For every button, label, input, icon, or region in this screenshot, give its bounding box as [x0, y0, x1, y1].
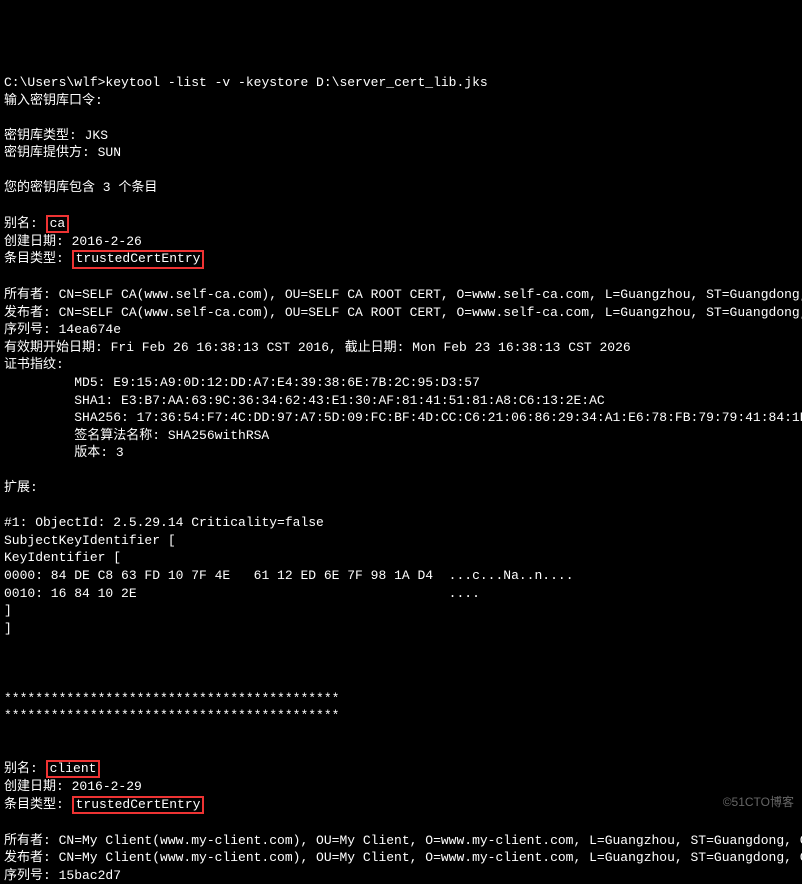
version-line: 版本: 3 — [4, 445, 124, 460]
highlight-entry-type-2: trustedCertEntry — [72, 796, 205, 814]
issuer-1: 发布者: CN=SELF CA(www.self-ca.com), OU=SEL… — [4, 305, 802, 320]
ext-ski: SubjectKeyIdentifier [ — [4, 533, 176, 548]
serial-2: 序列号: 15bac2d7 — [4, 868, 121, 883]
sha256-line: SHA256: 17:36:54:F7:4C:DD:97:A7:5D:09:FC… — [4, 410, 802, 425]
bracket-close-1: ] — [4, 603, 12, 618]
separator-2: ****************************************… — [4, 708, 339, 723]
created-line-1: 创建日期: 2016-2-26 — [4, 234, 142, 249]
ext-objectid: #1: ObjectId: 2.5.29.14 Criticality=fals… — [4, 515, 324, 530]
sha1-line: SHA1: E3:B7:AA:63:9C:36:34:62:43:E1:30:A… — [4, 393, 605, 408]
password-prompt: 输入密钥库口令: — [4, 93, 103, 108]
serial-1: 序列号: 14ea674e — [4, 322, 121, 337]
watermark: ©51CTO博客 — [723, 794, 794, 810]
hex-row-1: 0010: 16 84 10 2E .... — [4, 586, 480, 601]
ext-keyid: KeyIdentifier [ — [4, 550, 121, 565]
bracket-close-2: ] — [4, 621, 12, 636]
fingerprint-label: 证书指纹: — [4, 357, 64, 372]
highlight-alias-ca: ca — [46, 215, 70, 233]
alias-line-1: 别名: ca — [4, 216, 69, 231]
issuer-2: 发布者: CN=My Client(www.my-client.com), OU… — [4, 850, 802, 865]
hex-row-0: 0000: 84 DE C8 63 FD 10 7F 4E 61 12 ED 6… — [4, 568, 574, 583]
command-line: C:\Users\wlf>keytool -list -v -keystore … — [4, 75, 488, 90]
entry-type-line-2: 条目类型: trustedCertEntry — [4, 797, 204, 812]
owner-1: 所有者: CN=SELF CA(www.self-ca.com), OU=SEL… — [4, 287, 802, 302]
extensions-label: 扩展: — [4, 480, 38, 495]
highlight-alias-client: client — [46, 760, 101, 778]
sigalg-line: 签名算法名称: SHA256withRSA — [4, 428, 269, 443]
entry-type-line-1: 条目类型: trustedCertEntry — [4, 251, 204, 266]
validity-1: 有效期开始日期: Fri Feb 26 16:38:13 CST 2016, 截… — [4, 340, 631, 355]
owner-2: 所有者: CN=My Client(www.my-client.com), OU… — [4, 833, 802, 848]
keystore-type-line: 密钥库类型: JKS — [4, 128, 108, 143]
md5-line: MD5: E9:15:A9:0D:12:DD:A7:E4:39:38:6E:7B… — [4, 375, 480, 390]
highlight-entry-type-1: trustedCertEntry — [72, 250, 205, 268]
entry-count: 您的密钥库包含 3 个条目 — [4, 180, 157, 195]
keystore-provider-line: 密钥库提供方: SUN — [4, 145, 121, 160]
created-line-2: 创建日期: 2016-2-29 — [4, 779, 142, 794]
separator-1: ****************************************… — [4, 691, 339, 706]
alias-line-2: 别名: client — [4, 761, 100, 776]
